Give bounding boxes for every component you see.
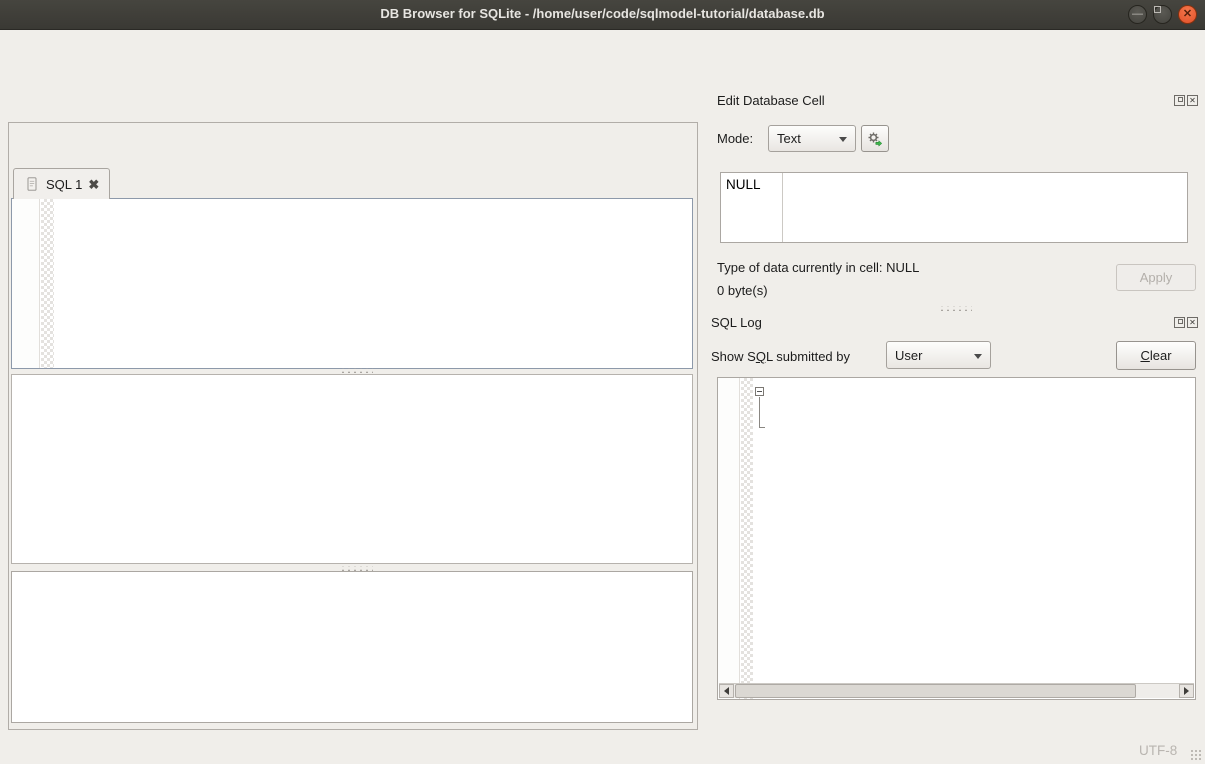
minimize-button[interactable]: — bbox=[1128, 5, 1147, 24]
window-title: DB Browser for SQLite - /home/user/code/… bbox=[0, 6, 1205, 21]
sql-log-filter-label: Show SQL submitted by bbox=[711, 349, 850, 364]
editor-code[interactable] bbox=[54, 199, 692, 368]
cell-mode-value: Text bbox=[777, 131, 801, 146]
log-code bbox=[770, 378, 1195, 699]
sql-document-icon bbox=[24, 176, 40, 192]
maximize-button[interactable] bbox=[1153, 5, 1172, 24]
cell-mode-select[interactable]: Text bbox=[768, 125, 856, 152]
cell-size-info: 0 byte(s) bbox=[717, 283, 768, 298]
editor-line-numbers bbox=[12, 199, 40, 368]
cell-value: NULL bbox=[726, 177, 761, 192]
sql-editor[interactable] bbox=[11, 198, 693, 369]
apply-cell-settings-button[interactable] bbox=[861, 125, 889, 152]
log-horizontal-scrollbar[interactable] bbox=[719, 683, 1194, 698]
scroll-left-icon[interactable] bbox=[719, 684, 734, 698]
results-grid bbox=[11, 374, 693, 564]
sql-editor-tab-label: SQL 1 bbox=[46, 177, 82, 192]
resize-grip[interactable] bbox=[1190, 749, 1202, 761]
scroll-right-icon[interactable] bbox=[1179, 684, 1194, 698]
float-panel-icon[interactable] bbox=[1174, 95, 1185, 106]
editor-fold-margin bbox=[41, 199, 54, 368]
menubar bbox=[0, 30, 1205, 54]
float-panel-icon[interactable] bbox=[1174, 317, 1185, 328]
apply-button-label: Apply bbox=[1140, 270, 1173, 285]
mode-label: Mode: bbox=[717, 131, 753, 146]
titlebar: DB Browser for SQLite - /home/user/code/… bbox=[0, 0, 1205, 30]
execute-sql-panel: SQL 1 ✖ bbox=[8, 122, 698, 730]
close-panel-icon[interactable]: ✕ bbox=[1187, 95, 1198, 106]
edit-cell-dock-buttons: ✕ bbox=[1174, 95, 1198, 106]
sql-editor-tab[interactable]: SQL 1 ✖ bbox=[13, 168, 110, 199]
sql-log-filter-value: User bbox=[895, 348, 922, 363]
execution-status-box[interactable] bbox=[11, 571, 693, 723]
app-window: DB Browser for SQLite - /home/user/code/… bbox=[0, 0, 1205, 764]
window-controls: — ✕ bbox=[1128, 5, 1197, 24]
clear-log-button[interactable]: Clear bbox=[1116, 341, 1196, 370]
close-panel-icon[interactable]: ✕ bbox=[1187, 317, 1198, 328]
gear-icon bbox=[866, 130, 884, 148]
encoding-status: UTF-8 bbox=[1139, 743, 1177, 758]
editor-results-splitter[interactable] bbox=[339, 368, 373, 373]
sql-log-filter-select[interactable]: User bbox=[886, 341, 991, 369]
sql-log-dock-buttons: ✕ bbox=[1174, 317, 1198, 328]
sql-log-view[interactable] bbox=[717, 377, 1196, 700]
apply-button[interactable]: Apply bbox=[1116, 264, 1196, 291]
main-toolbar bbox=[0, 54, 1205, 88]
log-fold-margin bbox=[741, 378, 753, 699]
log-line-numbers bbox=[718, 378, 740, 699]
fold-collapse-icon[interactable] bbox=[755, 387, 764, 396]
scrollbar-thumb[interactable] bbox=[735, 684, 1136, 698]
execution-status-text bbox=[12, 572, 692, 584]
cell-type-info: Type of data currently in cell: NULL bbox=[717, 260, 919, 275]
cell-value-editor[interactable]: NULL bbox=[720, 172, 1188, 243]
edit-cell-title: Edit Database Cell bbox=[717, 93, 825, 108]
close-button[interactable]: ✕ bbox=[1178, 5, 1197, 24]
fold-guide-line bbox=[759, 397, 765, 428]
close-tab-icon[interactable]: ✖ bbox=[88, 178, 99, 191]
sql-log-title: SQL Log bbox=[711, 315, 762, 330]
cell-log-splitter[interactable] bbox=[938, 306, 972, 311]
